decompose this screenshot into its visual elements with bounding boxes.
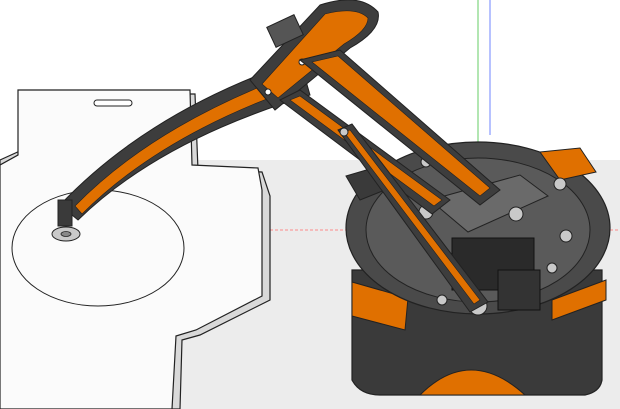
bolt-icon [508, 206, 524, 222]
modeling-viewport[interactable] [0, 0, 620, 409]
effector-post [57, 199, 73, 227]
bolt-icon [264, 88, 272, 96]
bolt-icon [553, 177, 567, 191]
bolt-icon [546, 262, 558, 274]
bolt-icon [436, 294, 448, 306]
slot-hole-icon [93, 99, 133, 107]
bolt-icon [339, 127, 349, 137]
robot-arm-scene[interactable] [0, 0, 620, 409]
bolt-icon [559, 229, 573, 243]
servo-motor-lower [497, 269, 541, 311]
effector-foot-center [60, 231, 72, 237]
